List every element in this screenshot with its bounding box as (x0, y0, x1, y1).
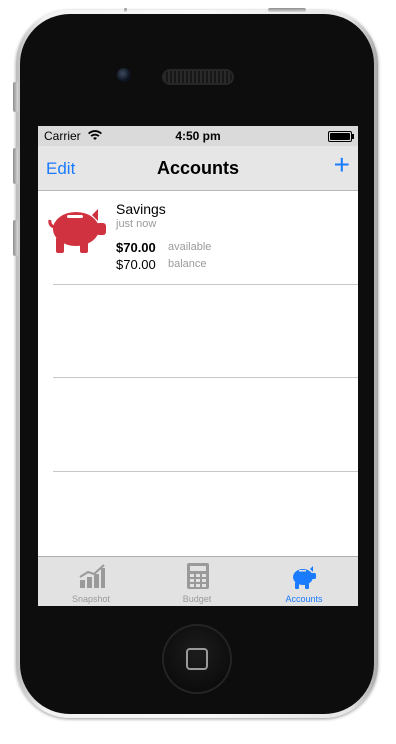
navigation-bar: Edit Accounts + (38, 146, 358, 191)
account-row[interactable]: Savings just now $70.00 available $70.00… (38, 191, 358, 285)
power-button (268, 8, 306, 12)
accounts-list: Savings just now $70.00 available $70.00… (38, 191, 358, 472)
clock: 4:50 pm (175, 129, 221, 143)
home-button[interactable] (164, 626, 230, 692)
mute-switch (13, 82, 18, 112)
empty-row (53, 284, 358, 378)
empty-row (53, 378, 358, 472)
home-square-icon (186, 648, 208, 670)
account-updated: just now (116, 218, 157, 230)
earpiece-speaker (164, 71, 232, 83)
balance-amount: $70.00 (116, 257, 156, 272)
top-marker (124, 8, 127, 12)
battery-icon (328, 131, 354, 142)
account-name: Savings (116, 201, 166, 217)
add-account-button[interactable]: + (334, 151, 350, 179)
tab-snapshot[interactable]: Snapshot (38, 557, 144, 606)
tab-label: Budget (182, 594, 212, 604)
volume-up-button (13, 148, 18, 184)
piggy-bank-icon (293, 566, 316, 589)
balance-label: balance (168, 258, 207, 270)
tab-label: Accounts (285, 594, 323, 604)
chart-icon (79, 564, 105, 588)
tab-bar: Snapshot Budget Accounts (38, 556, 358, 606)
tab-accounts[interactable]: Accounts (250, 557, 358, 606)
available-amount: $70.00 (116, 240, 156, 255)
status-bar: Carrier 4:50 pm (38, 126, 358, 146)
available-label: available (168, 241, 212, 253)
calculator-icon (187, 563, 209, 589)
volume-down-button (13, 220, 18, 256)
tab-label: Snapshot (71, 594, 111, 604)
front-camera (117, 68, 131, 82)
app-screen: Carrier 4:50 pm Edit Accounts + Savings (38, 126, 358, 606)
tab-budget[interactable]: Budget (144, 557, 250, 606)
piggy-bank-icon (48, 209, 106, 253)
page-title: Accounts (156, 158, 239, 178)
